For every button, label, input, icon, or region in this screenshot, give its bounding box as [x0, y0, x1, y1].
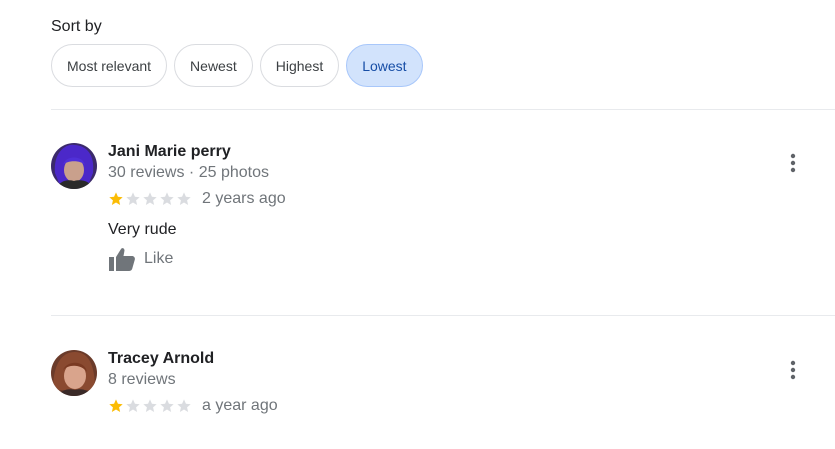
review-text: Very rude: [108, 221, 177, 238]
star-filled-icon: [109, 192, 123, 205]
divider: [51, 315, 835, 316]
rating-row: 2 years ago: [108, 190, 286, 208]
star-empty-icon: [160, 399, 174, 412]
review-card: Jani Marie perry 30 reviews · 25 photos …: [51, 143, 835, 283]
sort-chip-newest[interactable]: Newest: [174, 44, 253, 87]
star-rating: [108, 398, 192, 414]
thumbs-up-icon: [109, 248, 135, 271]
reviewer-meta[interactable]: 8 reviews: [108, 371, 176, 389]
star-empty-icon: [177, 399, 191, 412]
reviews-panel: Sort by Most relevant Newest Highest Low…: [0, 0, 835, 449]
divider: [51, 109, 835, 110]
reviewer-name[interactable]: Jani Marie perry: [108, 143, 231, 161]
sort-chip-highest[interactable]: Highest: [259, 44, 340, 87]
reviewer-name[interactable]: Tracey Arnold: [108, 350, 214, 368]
avatar[interactable]: [51, 350, 97, 396]
reviewer-meta[interactable]: 30 reviews · 25 photos: [108, 164, 269, 182]
more-options-icon[interactable]: [781, 358, 805, 382]
rating-row: a year ago: [108, 397, 278, 415]
review-card: Tracey Arnold 8 reviews a year ago: [51, 350, 835, 430]
review-time: a year ago: [202, 397, 278, 414]
sort-by-label: Sort by: [51, 18, 102, 35]
star-empty-icon: [177, 192, 191, 205]
star-empty-icon: [143, 192, 157, 205]
star-empty-icon: [126, 399, 140, 412]
review-time: 2 years ago: [202, 190, 286, 207]
avatar[interactable]: [51, 143, 97, 189]
star-empty-icon: [160, 192, 174, 205]
star-empty-icon: [143, 399, 157, 412]
star-rating: [108, 191, 192, 207]
like-label: Like: [144, 250, 174, 267]
sort-chips: Most relevant Newest Highest Lowest: [51, 44, 423, 87]
like-button[interactable]: Like: [108, 247, 173, 271]
sort-chip-most-relevant[interactable]: Most relevant: [51, 44, 168, 87]
star-empty-icon: [126, 192, 140, 205]
more-options-icon[interactable]: [781, 151, 805, 175]
sort-chip-lowest[interactable]: Lowest: [346, 44, 423, 87]
star-filled-icon: [109, 399, 123, 412]
